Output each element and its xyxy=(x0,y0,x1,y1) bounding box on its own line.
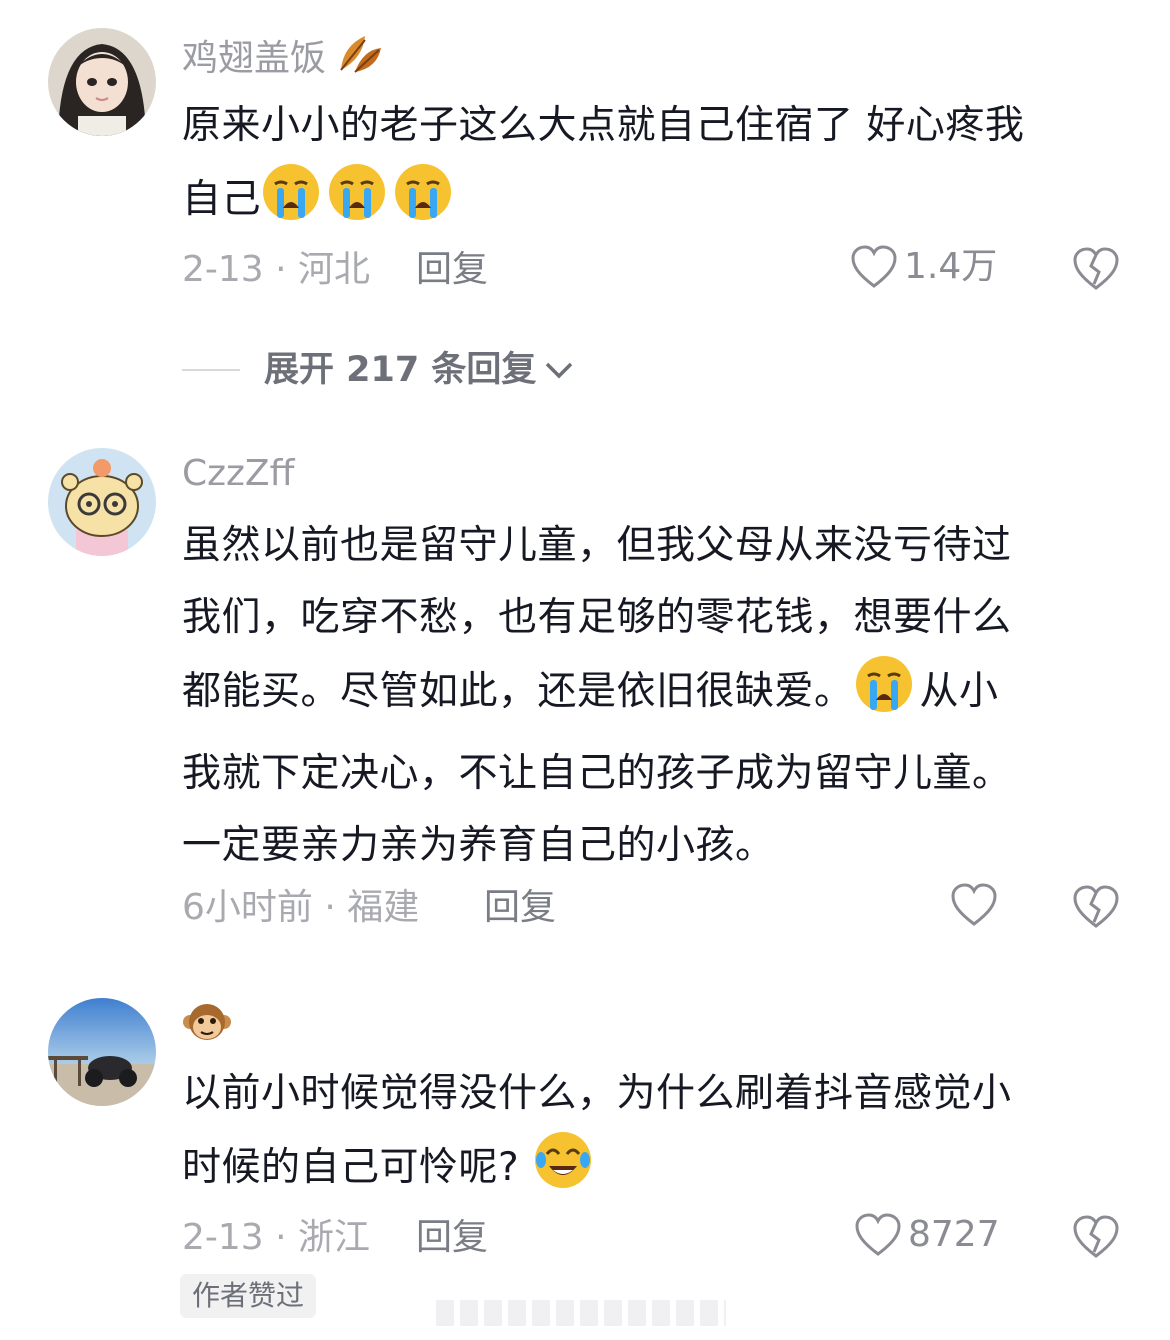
like-button[interactable]: 8727 xyxy=(854,1212,1000,1258)
comment-text: 虽然以前也是留守儿童，但我父母从来没亏待过 我们，吃穿不愁，也有足够的零花钱，想… xyxy=(182,523,1012,868)
comment-meta: 2-13 · 河北 xyxy=(182,249,371,290)
like-button[interactable] xyxy=(950,882,1004,928)
username[interactable] xyxy=(182,1000,232,1057)
reply-button[interactable]: 回复 xyxy=(416,248,488,292)
broken-heart-icon xyxy=(1073,885,1119,928)
crying-face-icon xyxy=(327,162,387,246)
crying-face-icon xyxy=(393,162,453,246)
heart-icon xyxy=(851,245,897,288)
fallen-leaf-icon xyxy=(337,32,383,85)
heart-icon xyxy=(855,1213,901,1256)
broken-heart-icon xyxy=(1073,247,1119,290)
comment-meta: 6小时前 · 福建 xyxy=(182,887,420,928)
expand-replies-button[interactable]: 展开 217 条回复 xyxy=(182,348,576,392)
crying-face-icon xyxy=(854,654,914,738)
like-button[interactable]: 1.4万 xyxy=(850,244,997,290)
username[interactable]: 鸡翅盖饭 xyxy=(182,32,389,85)
broken-heart-icon xyxy=(1073,1215,1119,1258)
avatar[interactable] xyxy=(48,28,156,136)
dislike-button[interactable] xyxy=(1072,1214,1120,1264)
reply-button[interactable]: 回复 xyxy=(484,886,556,930)
avatar[interactable] xyxy=(48,448,156,556)
like-count: 8727 xyxy=(908,1214,1000,1255)
username[interactable]: CzzZff xyxy=(182,452,294,496)
avatar[interactable] xyxy=(48,998,156,1106)
chevron-down-icon xyxy=(546,362,573,379)
monkey-face-icon xyxy=(182,1004,232,1055)
tears-of-joy-icon xyxy=(533,1130,593,1214)
like-count: 1.4万 xyxy=(904,246,998,287)
divider xyxy=(182,369,240,371)
dislike-button[interactable] xyxy=(1072,246,1120,296)
comment-text: 以前小时候觉得没什么，为什么刷着抖音感觉小 时候的自己可怜呢? xyxy=(182,1058,1132,1214)
reply-button[interactable]: 回复 xyxy=(416,1216,488,1260)
author-liked-badge: 作者赞过 xyxy=(180,1274,317,1318)
watermark xyxy=(436,1300,726,1326)
dislike-button[interactable] xyxy=(1072,884,1120,934)
heart-icon xyxy=(951,883,997,926)
crying-face-icon xyxy=(261,162,321,246)
comment-meta: 2-13 · 浙江 xyxy=(182,1217,371,1258)
comment-text: 原来小小的老子这么大点就自己住宿了 好心疼我 自己 xyxy=(182,90,1132,246)
